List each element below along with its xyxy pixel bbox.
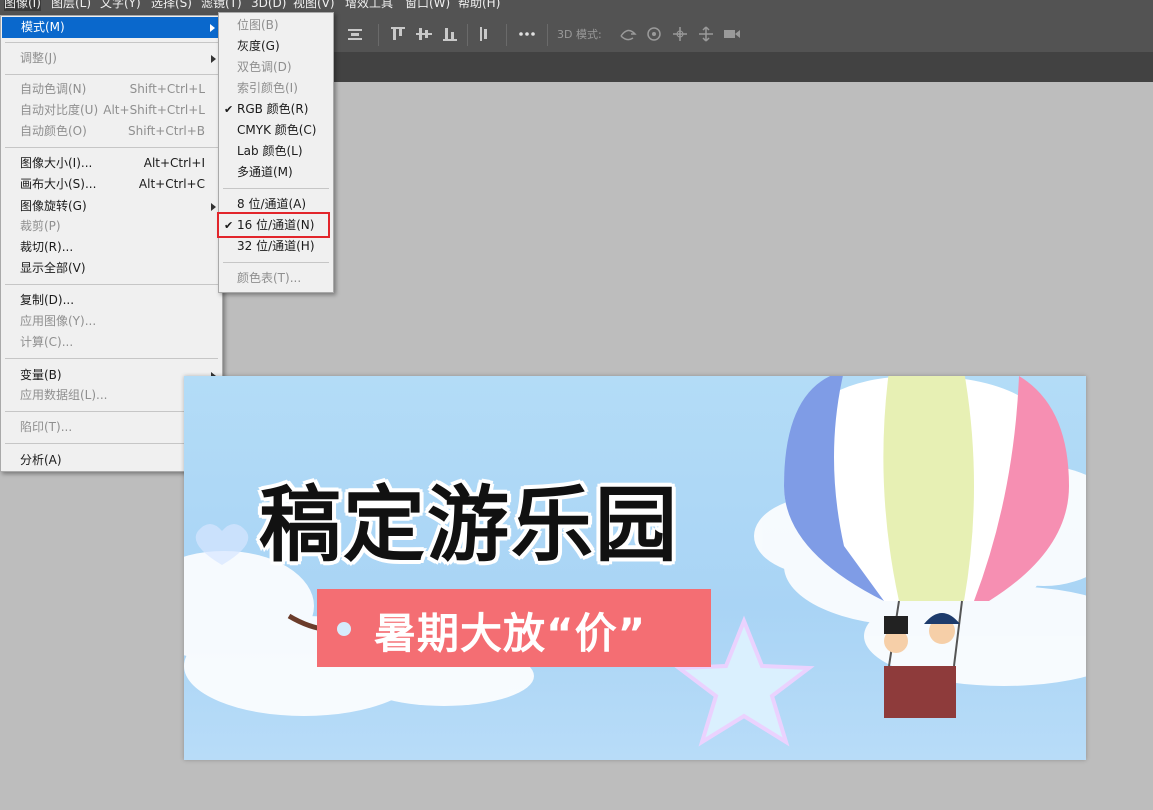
menu-separator: [223, 188, 329, 189]
menu-3d[interactable]: 3D(D): [251, 0, 286, 11]
menu-separator: [5, 42, 218, 43]
menu-select[interactable]: 选择(S): [151, 0, 192, 11]
menu-item-image-size[interactable]: 图像大小(I)... Alt+Ctrl+I: [1, 153, 222, 174]
menu-item-duplicate[interactable]: 复制(D)...: [1, 290, 222, 311]
3d-mode-label: 3D 模式:: [557, 28, 602, 41]
menu-separator: [5, 74, 218, 75]
menu-item-adjust[interactable]: 调整(J): [1, 48, 222, 69]
menu-item-auto-color[interactable]: 自动颜色(O) Shift+Ctrl+B: [1, 121, 222, 142]
menu-item-mode[interactable]: 模式(M): [2, 17, 221, 38]
submenu-arrow-icon: [211, 55, 216, 63]
toolbar-divider: [378, 24, 379, 46]
menu-item-trim[interactable]: 裁切(R)...: [1, 237, 222, 258]
submenu-item-indexed-color[interactable]: 索引颜色(I): [219, 78, 333, 99]
slide-3d-icon[interactable]: [697, 26, 715, 42]
menu-window[interactable]: 窗口(W): [405, 0, 450, 11]
submenu-item-duotone[interactable]: 双色调(D): [219, 57, 333, 78]
menu-item-crop[interactable]: 裁剪(P): [1, 216, 222, 237]
submenu-arrow-icon: [210, 24, 215, 32]
align-top-icon[interactable]: [389, 26, 407, 42]
banner-title: 稿定游乐园: [259, 478, 680, 573]
distribute-icon[interactable]: [476, 26, 494, 42]
menu-item-canvas-size[interactable]: 画布大小(S)... Alt+Ctrl+C: [1, 174, 222, 195]
menu-plugins[interactable]: 增效工具: [345, 0, 393, 11]
menu-item-calculations[interactable]: 计算(C)...: [1, 332, 222, 353]
highlight-annotation-box: [217, 212, 330, 238]
menu-separator: [223, 262, 329, 263]
submenu-item-color-table[interactable]: 颜色表(T)...: [219, 268, 333, 289]
align-center-icon[interactable]: [346, 26, 364, 42]
submenu-item-rgb-color[interactable]: ✔ RGB 颜色(R): [219, 99, 333, 120]
align-vertical-center-icon[interactable]: [415, 26, 433, 42]
submenu-item-cmyk-color[interactable]: CMYK 颜色(C): [219, 120, 333, 141]
roll-3d-icon[interactable]: [645, 26, 663, 42]
menu-item-apply-image[interactable]: 应用图像(Y)...: [1, 311, 222, 332]
submenu-item-bitmap[interactable]: 位图(B): [219, 15, 333, 36]
menu-type[interactable]: 文字(Y): [100, 0, 141, 11]
submenu-item-multichannel[interactable]: 多通道(M): [219, 162, 333, 183]
camera-3d-icon[interactable]: [723, 26, 741, 42]
menu-item-reveal-all[interactable]: 显示全部(V): [1, 258, 222, 279]
orbit-3d-icon[interactable]: [619, 26, 637, 42]
checkmark-icon: ✔: [224, 103, 234, 116]
submenu-item-32-bit[interactable]: 32 位/通道(H): [219, 236, 333, 257]
submenu-arrow-icon: [211, 203, 216, 211]
menu-item-image-rotation[interactable]: 图像旋转(G): [1, 196, 222, 217]
pan-3d-icon[interactable]: [671, 26, 689, 42]
banner-tagline: 暑期大放“价”: [374, 609, 647, 658]
mode-submenu: 位图(B) 灰度(G) 双色调(D) 索引颜色(I) ✔ RGB 颜色(R) CM…: [218, 12, 334, 293]
submenu-item-grayscale[interactable]: 灰度(G): [219, 36, 333, 57]
submenu-item-lab-color[interactable]: Lab 颜色(L): [219, 141, 333, 162]
menu-bar: 图像(I) 图层(L) 文字(Y) 选择(S) 滤镜(T) 3D(D) 视图(V…: [0, 0, 1153, 12]
align-bottom-icon[interactable]: [441, 26, 459, 42]
toolbar-divider: [467, 24, 468, 46]
toolbar-divider: [506, 24, 507, 46]
menu-view[interactable]: 视图(V): [293, 0, 335, 11]
tag-hole: [337, 622, 351, 636]
menu-filter[interactable]: 滤镜(T): [201, 0, 242, 11]
toolbar-divider: [547, 24, 548, 46]
menu-separator: [5, 147, 218, 148]
document-canvas[interactable]: 暑期大放“价” 稿定游乐园: [184, 376, 1086, 760]
menu-item-auto-tone[interactable]: 自动色调(N) Shift+Ctrl+L: [1, 79, 222, 100]
more-options-icon[interactable]: [518, 26, 536, 42]
menu-image[interactable]: 图像(I): [4, 0, 41, 11]
menu-layer[interactable]: 图层(L): [51, 0, 91, 11]
menu-item-auto-contrast[interactable]: 自动对比度(U) Alt+Shift+Ctrl+L: [1, 100, 222, 121]
menu-separator: [5, 284, 218, 285]
menu-separator: [5, 358, 218, 359]
menu-help[interactable]: 帮助(H): [458, 0, 500, 11]
